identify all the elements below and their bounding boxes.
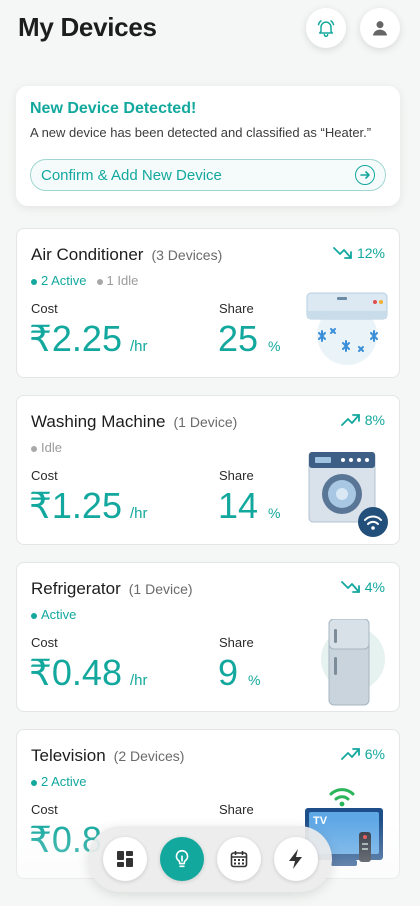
- trend-value: 6%: [364, 746, 385, 762]
- profile-button[interactable]: [360, 8, 400, 48]
- status-idle: Idle: [31, 440, 62, 455]
- alert-message: A new device has been detected and class…: [30, 125, 372, 140]
- bell-icon: [317, 20, 335, 38]
- share-label: Share: [219, 468, 254, 483]
- device-name: Air Conditioner: [31, 245, 144, 264]
- device-count: (1 Device): [173, 414, 238, 430]
- cost-label: Cost: [31, 468, 58, 483]
- bottom-nav: [88, 826, 332, 892]
- device-count: (1 Device): [128, 581, 193, 597]
- cost-label: Cost: [31, 635, 58, 650]
- trend-indicator: 4%: [340, 579, 385, 595]
- share-value: 25%: [218, 318, 281, 359]
- device-status: 2 Active 1 Idle: [31, 273, 138, 288]
- calendar-icon: [230, 851, 247, 868]
- trend-down-icon: [340, 581, 360, 593]
- trend-up-icon: [340, 414, 360, 426]
- share-label: Share: [219, 635, 254, 650]
- trend-indicator: 8%: [340, 412, 385, 428]
- trend-value: 4%: [364, 579, 385, 595]
- confirm-button-label: Confirm & Add New Device: [41, 166, 222, 184]
- lightbulb-icon: [175, 849, 188, 868]
- notifications-button[interactable]: [306, 8, 346, 48]
- tv-screen-label: TV: [313, 815, 328, 827]
- cost-label: Cost: [31, 802, 58, 817]
- trend-indicator: 6%: [340, 746, 385, 762]
- refrigerator-icon: [321, 619, 385, 706]
- device-status: Idle: [31, 440, 62, 455]
- washing-machine-icon: [308, 452, 388, 537]
- confirm-add-device-button[interactable]: Confirm & Add New Device: [30, 159, 386, 191]
- device-count: (2 Devices): [113, 748, 185, 764]
- trend-indicator: 12%: [333, 245, 385, 261]
- share-value: 14%: [218, 485, 281, 526]
- device-status: Active: [31, 607, 76, 622]
- device-card-refrigerator[interactable]: Refrigerator (1 Device) 4% Active Cost Sh…: [16, 562, 400, 712]
- alert-title: New Device Detected!: [30, 100, 197, 117]
- device-status: 2 Active: [31, 774, 87, 789]
- cost-label: Cost: [31, 301, 58, 316]
- status-active: 2 Active: [31, 273, 87, 288]
- device-count: (3 Devices): [151, 247, 223, 263]
- nav-dashboard[interactable]: [102, 837, 147, 881]
- new-device-alert: New Device Detected! A new device has be…: [16, 86, 400, 206]
- page-title: My Devices: [18, 12, 157, 42]
- device-name: Television: [31, 746, 106, 765]
- trend-value: 12%: [356, 245, 385, 261]
- status-active: 2 Active: [31, 774, 87, 789]
- share-label: Share: [219, 301, 254, 316]
- nav-schedule[interactable]: [216, 837, 261, 881]
- nav-devices[interactable]: [159, 837, 204, 881]
- cost-value: ₹2.25/hr: [29, 318, 148, 359]
- lightning-icon: [288, 849, 302, 869]
- nav-energy[interactable]: [273, 837, 318, 881]
- device-card-air-conditioner[interactable]: Air Conditioner (3 Devices) 12% 2 Active …: [16, 228, 400, 378]
- device-card-washing-machine[interactable]: Washing Machine (1 Device) 8% Idle Cost S…: [16, 395, 400, 545]
- trend-up-icon: [340, 748, 360, 760]
- device-name: Refrigerator: [31, 579, 121, 598]
- trend-value: 8%: [364, 412, 385, 428]
- trend-down-icon: [333, 247, 352, 259]
- device-name: Washing Machine: [31, 412, 166, 431]
- air-conditioner-icon: [306, 292, 388, 365]
- share-label: Share: [219, 802, 254, 817]
- share-value: 9%: [218, 652, 261, 693]
- status-idle: 1 Idle: [96, 273, 138, 288]
- cost-value: ₹0.48/hr: [29, 652, 148, 693]
- dashboard-icon: [116, 851, 133, 867]
- cost-value: ₹1.25/hr: [29, 485, 148, 526]
- arrow-right-circle-icon: [355, 165, 375, 185]
- app-header: My Devices: [0, 0, 420, 62]
- status-active: Active: [31, 607, 76, 622]
- user-icon: [372, 21, 388, 36]
